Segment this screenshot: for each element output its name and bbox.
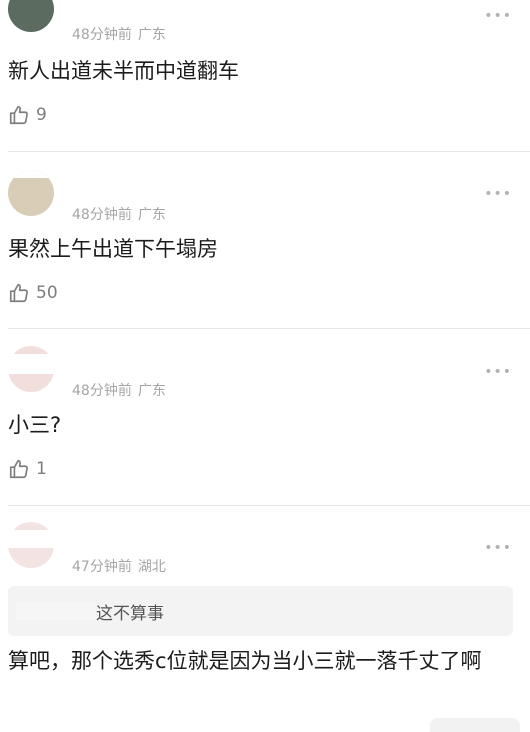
comment-text: 新人出道未半而中道翻车 xyxy=(8,59,239,83)
comment-time: 48分钟前 xyxy=(72,27,132,43)
reply-quote[interactable]: 这不算事 xyxy=(8,586,513,636)
comment-time: 48分钟前 xyxy=(72,207,132,223)
comment-text: 果然上午出道下午塌房 xyxy=(8,237,218,261)
bottom-bar-edge xyxy=(430,718,520,732)
more-options-icon[interactable]: ••• xyxy=(484,186,512,202)
divider xyxy=(8,328,530,329)
thumbs-up-icon xyxy=(9,459,28,479)
avatar[interactable] xyxy=(8,522,54,568)
comment-time: 48分钟前 xyxy=(72,383,132,399)
comment-location: 广东 xyxy=(137,383,166,399)
redacted-username xyxy=(16,602,96,620)
thumbs-up-icon xyxy=(9,283,28,303)
more-options-icon[interactable]: ••• xyxy=(484,540,512,556)
divider xyxy=(8,505,530,506)
comment-text: 小三? xyxy=(8,413,62,437)
thumbs-up-icon xyxy=(9,105,28,125)
like-count: 9 xyxy=(36,105,47,125)
like-count: 1 xyxy=(36,459,47,479)
avatar[interactable] xyxy=(8,0,54,32)
comment-location: 湖北 xyxy=(137,559,166,575)
like-count: 50 xyxy=(36,283,58,303)
like-button[interactable]: 50 xyxy=(8,282,58,304)
more-options-icon[interactable]: ••• xyxy=(484,364,512,380)
comment-text: 算吧，那个选秀c位就是因为当小三就一落千丈了啊 xyxy=(8,649,482,673)
comment-meta: 48分钟前 广东 xyxy=(72,204,166,224)
divider xyxy=(8,151,530,152)
comment-meta: 48分钟前 广东 xyxy=(72,380,166,400)
comment-time: 47分钟前 xyxy=(72,559,132,575)
like-button[interactable]: 9 xyxy=(8,104,47,126)
comment-meta: 47分钟前 湖北 xyxy=(72,556,166,576)
comment-location: 广东 xyxy=(137,207,166,223)
reply-quote-text: 这不算事 xyxy=(96,603,164,624)
more-options-icon[interactable]: ••• xyxy=(484,8,512,24)
avatar[interactable] xyxy=(8,170,54,216)
comment-meta: 48分钟前 广东 xyxy=(72,24,166,44)
comment-location: 广东 xyxy=(137,27,166,43)
like-button[interactable]: 1 xyxy=(8,458,47,480)
avatar[interactable] xyxy=(8,346,54,392)
